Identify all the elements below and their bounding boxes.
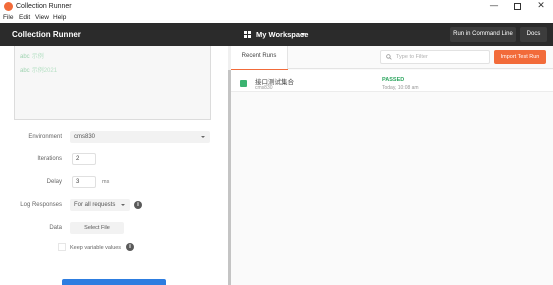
log-responses-value: For all requests bbox=[74, 202, 116, 208]
tab-recent-runs[interactable]: Recent Runs bbox=[231, 46, 288, 70]
keep-variable-values-label: Keep variable values bbox=[70, 245, 122, 251]
table-row[interactable]: 接口测试集合 cms830 PASSED Today, 10:08 am bbox=[231, 70, 553, 92]
window-title: Collection Runner bbox=[16, 3, 72, 10]
filter-box[interactable] bbox=[380, 50, 490, 64]
window-titlebar: Collection Runner — ✕ bbox=[0, 0, 553, 13]
close-button[interactable]: ✕ bbox=[530, 0, 552, 13]
app-header: Collection Runner My Workspace Run in Co… bbox=[0, 23, 553, 46]
tab-bar: Recent Runs Import Test Run bbox=[231, 46, 553, 70]
info-icon[interactable]: i bbox=[134, 201, 142, 209]
docs-button[interactable]: Docs bbox=[520, 27, 547, 42]
keep-variable-values-checkbox[interactable] bbox=[58, 243, 66, 251]
run-in-command-line-button[interactable]: Run in Command Line bbox=[450, 27, 516, 42]
environment-value: cms830 bbox=[74, 134, 96, 140]
status-badge: PASSED bbox=[382, 77, 405, 83]
postman-logo-icon bbox=[4, 2, 13, 11]
menu-edit[interactable]: Edit bbox=[19, 13, 30, 23]
chevron-down-icon[interactable] bbox=[301, 33, 305, 36]
passed-status-icon bbox=[240, 80, 247, 87]
environment-label: Environment bbox=[28, 134, 62, 140]
chevron-down-icon bbox=[201, 136, 205, 138]
info-icon[interactable]: i bbox=[126, 243, 134, 251]
collection-list[interactable]: abc 示例 abc 示例2021 bbox=[14, 46, 211, 120]
runner-setup-panel: abc 示例 abc 示例2021 Environment cms830 Itera… bbox=[0, 46, 228, 285]
list-item[interactable]: abc 示例 bbox=[20, 51, 44, 60]
filter-input[interactable] bbox=[396, 51, 488, 63]
environment-select[interactable]: cms830 bbox=[70, 131, 210, 143]
menu-help[interactable]: Help bbox=[53, 13, 66, 23]
log-responses-select[interactable]: For all requests bbox=[70, 199, 130, 211]
page-title: Collection Runner bbox=[12, 30, 81, 39]
maximize-button[interactable] bbox=[506, 0, 528, 13]
grid-icon bbox=[244, 31, 251, 38]
menu-view[interactable]: View bbox=[35, 13, 49, 23]
delay-unit: ms bbox=[102, 179, 110, 185]
search-icon bbox=[386, 54, 392, 60]
run-environment: cms830 bbox=[255, 85, 273, 91]
select-file-button[interactable]: Select File bbox=[70, 222, 124, 234]
iterations-label: Iterations bbox=[37, 156, 62, 162]
iterations-input[interactable]: 2 bbox=[72, 153, 96, 165]
maximize-icon bbox=[513, 3, 521, 10]
data-label: Data bbox=[49, 225, 62, 231]
list-item[interactable]: abc 示例2021 bbox=[20, 65, 57, 74]
log-responses-label: Log Responses bbox=[20, 202, 62, 208]
delay-input[interactable]: 3 bbox=[72, 176, 96, 188]
run-collection-button[interactable] bbox=[62, 279, 166, 285]
minimize-button[interactable]: — bbox=[483, 0, 505, 13]
chevron-down-icon bbox=[121, 204, 125, 206]
menu-file[interactable]: File bbox=[3, 13, 13, 23]
menu-bar: File Edit View Help bbox=[0, 13, 553, 23]
delay-label: Delay bbox=[46, 179, 62, 185]
recent-runs-panel: Recent Runs Import Test Run 接口测试集合 cms83… bbox=[231, 46, 553, 285]
run-timestamp: Today, 10:08 am bbox=[382, 85, 419, 91]
import-test-run-button[interactable]: Import Test Run bbox=[494, 50, 546, 64]
